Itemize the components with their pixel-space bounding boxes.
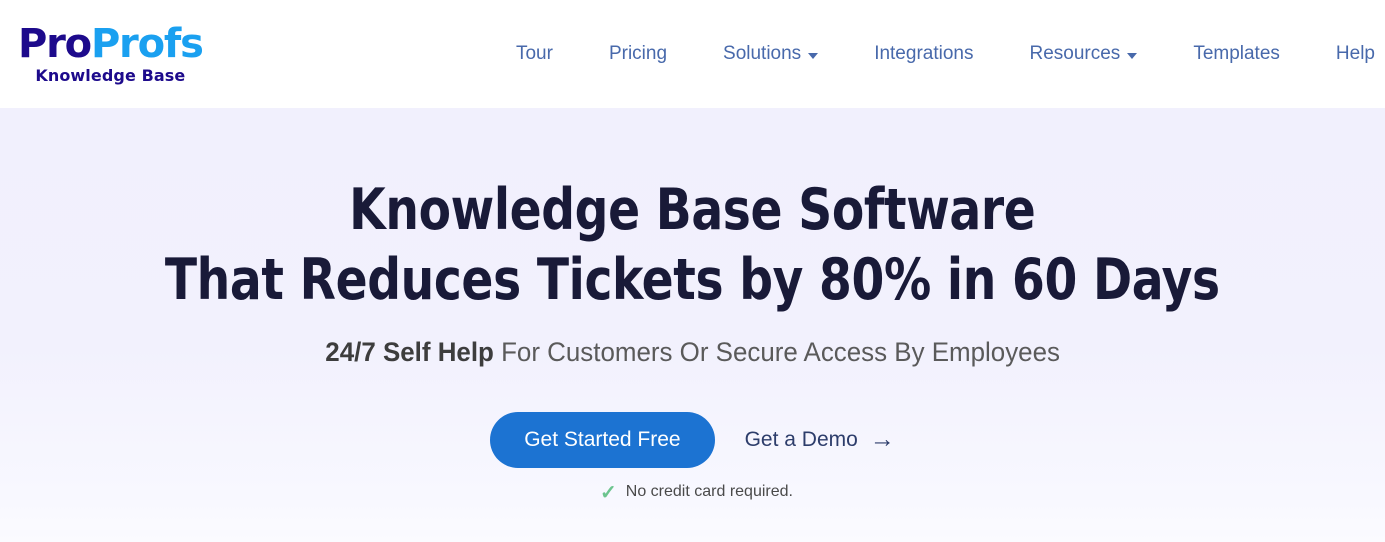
nav-item-templates[interactable]: Templates (1165, 35, 1308, 73)
hero-section: Knowledge Base Software That Reduces Tic… (0, 108, 1385, 542)
site-header: ProProfs Knowledge Base Tour Pricing Sol… (0, 0, 1385, 108)
hero-title-line-2: That Reduces Tickets by 80% in 60 Days (165, 246, 1220, 313)
nav-item-help[interactable]: Help (1308, 35, 1381, 73)
hero-title-line-1: Knowledge Base Software (349, 177, 1036, 243)
hero-subtitle: 24/7 Self Help For Customers Or Secure A… (325, 337, 1060, 368)
nav-item-label: Pricing (608, 43, 668, 64)
nav-item-tour[interactable]: Tour (488, 35, 581, 73)
brand-word-pro: Pro (18, 21, 92, 67)
get-a-demo-label: Get a Demo (744, 428, 858, 452)
cta-row: Get Started Free Get a Demo → (490, 412, 895, 469)
hero-subtitle-rest: For Customers Or Secure Access By Employ… (493, 337, 1060, 368)
nav-item-integrations[interactable]: Integrations (846, 35, 1001, 73)
nav-item-label: Solutions (723, 43, 802, 64)
nav-item-solutions[interactable]: Solutions (695, 35, 846, 73)
no-credit-card-text: No credit card required. (625, 483, 793, 501)
chevron-down-icon (1127, 53, 1138, 59)
hero-subtitle-emphasis: 24/7 Self Help (325, 337, 494, 368)
nav-item-label: Templates (1193, 43, 1280, 64)
nav-item-label: Integrations (874, 43, 974, 64)
no-credit-card-note: ✓ No credit card required. (600, 482, 793, 505)
main-navigation: Tour Pricing Solutions Integrations Reso… (488, 35, 1385, 73)
check-icon: ✓ (600, 482, 617, 505)
nav-item-label: Tour (515, 43, 553, 64)
arrow-right-icon: → (869, 424, 895, 453)
nav-item-label: Help (1335, 43, 1375, 64)
nav-item-pricing[interactable]: Pricing (581, 35, 695, 73)
brand-subtitle: Knowledge Base (35, 66, 186, 85)
brand-wordmark: ProProfs (18, 21, 204, 67)
nav-item-label: Resources (1029, 43, 1121, 64)
get-started-free-button[interactable]: Get Started Free (490, 412, 715, 469)
brand-word-profs: Profs (90, 21, 204, 67)
brand-logo[interactable]: ProProfs Knowledge Base (18, 21, 204, 85)
page-title: Knowledge Base Software That Reduces Tic… (165, 176, 1220, 315)
nav-item-resources[interactable]: Resources (1001, 35, 1165, 73)
get-a-demo-link[interactable]: Get a Demo → (744, 424, 895, 453)
chevron-down-icon (808, 53, 819, 59)
page-root: ProProfs Knowledge Base Tour Pricing Sol… (0, 0, 1385, 542)
